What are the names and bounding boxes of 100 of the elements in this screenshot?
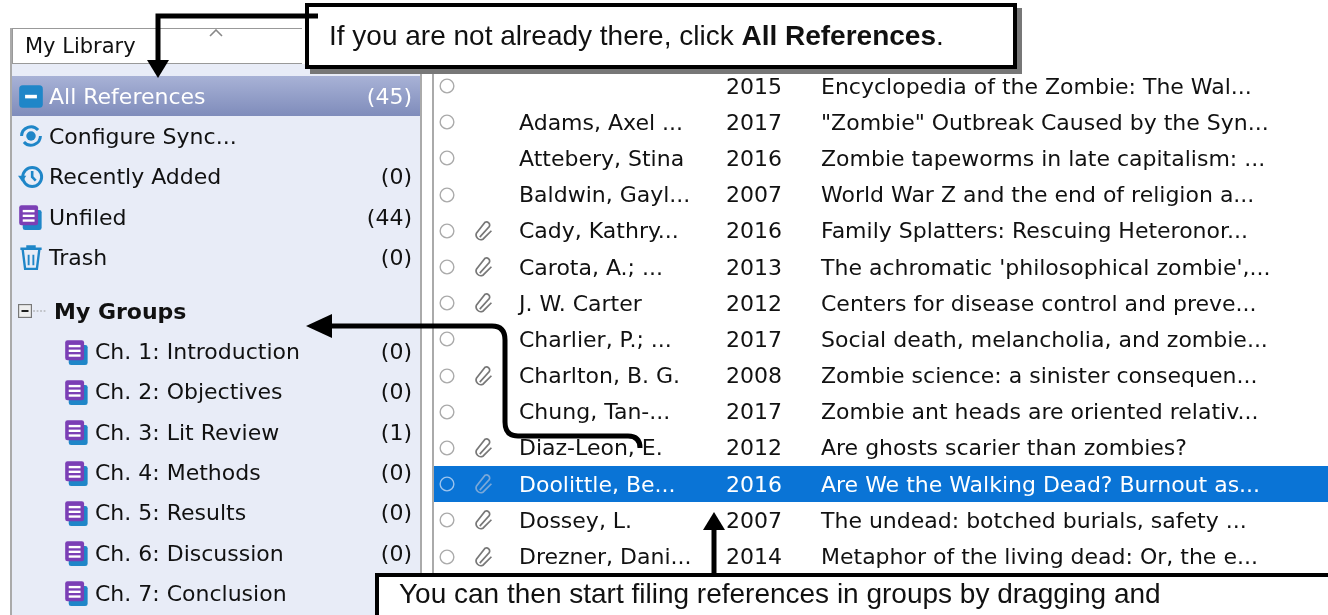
- document-stack-icon: [64, 419, 90, 446]
- reference-row[interactable]: Adams, Axel ... 2017 "Zombie" Outbreak Caused by the Syn...: [434, 104, 1328, 141]
- title-cell: The achromatic 'philosophical zombie',...: [821, 254, 1271, 280]
- callout-text: If you are not already there, click All References.: [329, 19, 944, 53]
- collapse-icon[interactable]: [18, 304, 46, 319]
- archive-icon: [18, 83, 44, 110]
- author-cell-text: Doolittle, Be...: [519, 471, 677, 497]
- title-cell: World War Z and the end of religion a...: [821, 182, 1255, 208]
- author-cell-text: Adams, Axel ...: [519, 109, 684, 135]
- title-cell: The undead: botched burials, safety ...: [821, 507, 1247, 533]
- read-status-icon[interactable]: [439, 222, 455, 239]
- read-status-icon[interactable]: [439, 78, 455, 95]
- year-cell-text: 2017: [726, 399, 783, 425]
- reference-row[interactable]: Carota, A.; ... 2013 The achromatic 'philosophical zombie',...: [434, 248, 1328, 286]
- author-cell-text: Dossey, L.: [519, 507, 634, 533]
- year-cell-text: 2016: [726, 218, 783, 244]
- group-heading[interactable]: My Groups: [54, 299, 187, 324]
- reference-row[interactable]: Diaz-Leon, E. 2012 Are ghosts scarier than zombies?: [434, 429, 1328, 467]
- author-cell-text: J. W. Carter: [519, 290, 643, 316]
- sidebar-item[interactable]: Ch. 1: Introduction (0): [12, 331, 420, 372]
- title-cell: Social death, melancholia, and zombie...: [821, 326, 1268, 352]
- reference-row[interactable]: Drezner, Dani... 2014 Metaphor of the living dead: Or, the e...: [434, 538, 1328, 575]
- reference-row[interactable]: Attebery, Stina 2016 Zombie tapeworms in late capitalism: ...: [434, 140, 1328, 177]
- reference-row[interactable]: Baldwin, Gayl... 2007 World War Z and the end of religion a...: [434, 176, 1328, 213]
- year-cell-text: 2017: [726, 326, 783, 352]
- year-cell-text: 2008: [726, 363, 783, 389]
- year-cell-text: 2007: [726, 507, 783, 533]
- sidebar-item[interactable]: Trash (0): [12, 237, 420, 278]
- author-cell-text: Diaz-Leon, E.: [519, 435, 664, 461]
- caret-icon: [209, 29, 223, 37]
- year-cell-text: 2017: [726, 109, 783, 135]
- document-stack-icon: [64, 338, 90, 365]
- item-count: (0): [380, 540, 412, 566]
- author-cell-text: Cady, Kathry...: [519, 218, 680, 244]
- sidebar-item[interactable]: Ch. 6: Discussion (0): [12, 532, 420, 574]
- reference-row[interactable]: J. W. Carter 2012 Centers for disease control and preve...: [434, 285, 1328, 322]
- sidebar-item[interactable]: Configure Sync...: [12, 116, 245, 157]
- sidebar-item[interactable]: Ch. 4: Methods (0): [12, 452, 420, 493]
- read-status-icon[interactable]: [439, 548, 455, 565]
- author-cell-text: Attebery, Stina: [519, 145, 686, 171]
- read-status-icon[interactable]: [439, 295, 455, 312]
- year-cell-text: 2012: [726, 435, 783, 461]
- sidebar-item[interactable]: Ch. 5: Results (0): [12, 492, 420, 533]
- title-cell: "Zombie" Outbreak Caused by the Syn...: [821, 109, 1269, 135]
- item-count: (44): [366, 204, 412, 230]
- sidebar-item[interactable]: Unfiled (44): [12, 196, 420, 238]
- author-cell-text: Charlton, B. G.: [519, 363, 682, 389]
- item-count: (0): [380, 164, 412, 190]
- trash-icon: [18, 244, 44, 271]
- item-count: (0): [380, 379, 412, 405]
- sidebar-item[interactable]: Ch. 7: Conclusion: [12, 573, 295, 614]
- reference-row[interactable]: Charlier, P.; ... 2017 Social death, melancholia, and zombie...: [434, 321, 1328, 358]
- read-status-icon[interactable]: [439, 150, 455, 167]
- read-status-icon[interactable]: [439, 403, 455, 420]
- sidebar-item[interactable]: Recently Added (0): [12, 156, 420, 197]
- author-cell-text: Charlier, P.; ...: [519, 326, 673, 352]
- author-cell-text: Baldwin, Gayl...: [519, 182, 692, 208]
- title-cell: Are ghosts scarier than zombies?: [821, 435, 1187, 461]
- document-stack-icon: [64, 499, 90, 526]
- reference-row[interactable]: Doolittle, Be... 2016 Are We the Walking Dead? Burnout as...: [434, 466, 1328, 503]
- item-count: (1): [380, 419, 412, 445]
- sync-icon: [18, 123, 44, 150]
- document-stack-icon: [64, 580, 90, 607]
- reference-row[interactable]: 2015 Encyclopedia of the Zombie: The Wal...: [434, 68, 1328, 105]
- read-status-icon[interactable]: [439, 331, 455, 348]
- title-cell: Encyclopedia of the Zombie: The Wal...: [821, 73, 1252, 99]
- year-cell-text: 2013: [726, 254, 783, 280]
- title-cell: Are We the Walking Dead? Burnout as...: [821, 471, 1261, 497]
- year-cell-text: 2016: [726, 471, 783, 497]
- author-cell-text: Carota, A.; ...: [519, 254, 664, 280]
- year-cell-text: 2014: [726, 544, 783, 570]
- history-icon: [18, 163, 44, 190]
- read-status-icon[interactable]: [439, 512, 455, 529]
- sidebar-item[interactable]: Ch. 2: Objectives (0): [12, 371, 420, 413]
- document-stack-icon: [64, 459, 90, 486]
- year-cell-text: 2007: [726, 182, 783, 208]
- document-stack-icon: [64, 378, 90, 405]
- read-status-icon[interactable]: [439, 367, 455, 384]
- item-count: (45): [366, 83, 412, 109]
- year-cell-text: 2012: [726, 290, 783, 316]
- library-dropdown[interactable]: My Library: [12, 28, 302, 64]
- author-cell-text: Chung, Tan-...: [519, 399, 672, 425]
- year-cell-text: 2016: [726, 145, 783, 171]
- item-count: (0): [380, 460, 412, 485]
- read-status-icon[interactable]: [439, 186, 455, 203]
- year-cell-text: 2015: [726, 73, 783, 99]
- reference-row[interactable]: Chung, Tan-... 2017 Zombie ant heads are oriented relativ...: [434, 393, 1328, 430]
- document-stack-icon: [64, 540, 90, 567]
- title-cell: Family Splatters: Rescuing Heteronor...: [821, 218, 1249, 244]
- read-status-icon[interactable]: [439, 259, 455, 276]
- title-cell: Metaphor of the living dead: Or, the e...: [821, 544, 1258, 570]
- sidebar-item[interactable]: Ch. 3: Lit Review (1): [12, 412, 420, 453]
- reference-row[interactable]: Cady, Kathry... 2016 Family Splatters: Rescuing Heteronor...: [434, 212, 1328, 249]
- document-stack-icon: [18, 204, 44, 231]
- reference-row[interactable]: Dossey, L. 2007 The undead: botched burials, safety ...: [434, 502, 1328, 539]
- reference-row[interactable]: Charlton, B. G. 2008 Zombie science: a sinister consequen...: [434, 357, 1328, 394]
- title-cell: Zombie science: a sinister consequen...: [821, 363, 1258, 389]
- read-status-icon[interactable]: [439, 439, 455, 456]
- read-status-icon[interactable]: [439, 476, 455, 493]
- read-status-icon[interactable]: [439, 114, 455, 131]
